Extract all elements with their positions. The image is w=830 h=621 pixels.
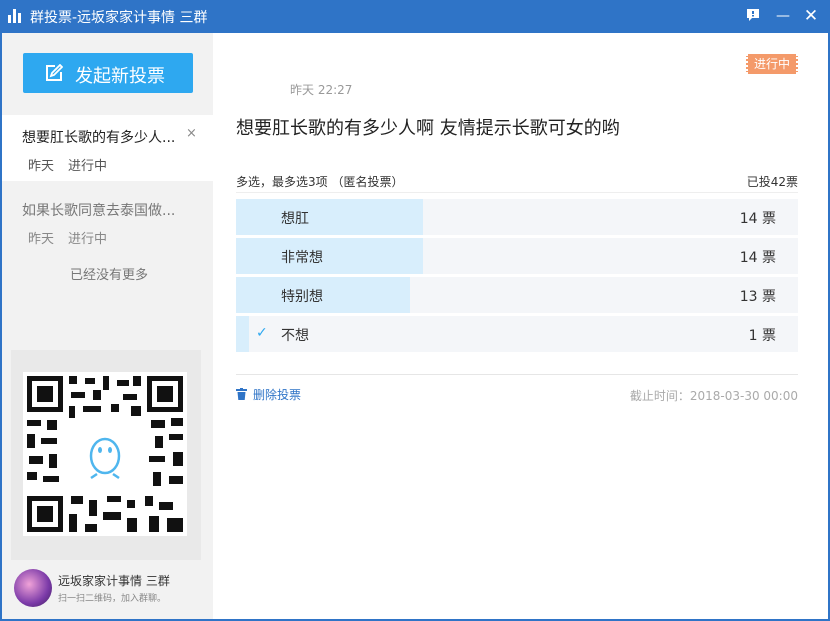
vote-option-count: 14 票	[739, 211, 776, 227]
vote-detail: 进行中 昨天 22:27 想要肛长歌的有多少人啊 友情提示长歌可女的哟 多选，最…	[213, 33, 828, 619]
avatar	[14, 569, 52, 607]
vote-option-label: 不想	[281, 328, 309, 344]
window-title: 群投票-远坂家家计事情 三群	[30, 10, 208, 26]
window-border	[0, 33, 2, 621]
vote-list-item-status: 进行中	[68, 159, 108, 174]
close-icon[interactable]: ×	[186, 126, 197, 141]
vote-option-bar	[236, 199, 424, 235]
vote-list-item-date: 昨天	[28, 232, 55, 247]
vote-list-item[interactable]: 如果长歌同意去泰国做... 昨天 进行中	[2, 188, 213, 254]
vote-option-bar	[236, 316, 250, 352]
vote-list-item-status: 进行中	[68, 232, 108, 247]
deadline: 截止时间：2018-03-30 00:00	[629, 389, 798, 403]
vote-time: 昨天 22:27	[290, 83, 353, 97]
vote-option-label: 特别想	[281, 289, 323, 305]
vote-type: 多选，最多选3项 （匿名投票）	[236, 175, 404, 189]
minimize-button[interactable]: —	[775, 8, 791, 24]
check-icon: ✓	[256, 325, 268, 341]
vote-option[interactable]: 想肛 14 票	[236, 199, 798, 235]
vote-option-count: 1 票	[748, 328, 776, 344]
vote-list-item-date: 昨天	[28, 159, 55, 174]
delete-vote-label: 删除投票	[253, 388, 302, 402]
group-name: 远坂家家计事情 三群	[58, 574, 170, 588]
vote-option-label: 想肛	[281, 211, 309, 227]
vote-option[interactable]: 特别想 13 票	[236, 277, 798, 313]
qr-code-image	[23, 372, 187, 536]
poll-app-icon	[8, 9, 24, 23]
vote-list-item-title: 想要肛长歌的有多少人...	[22, 130, 176, 146]
divider	[236, 374, 798, 375]
vote-option-count: 13 票	[739, 289, 776, 305]
new-vote-label: 发起新投票	[75, 66, 165, 87]
sidebar: 发起新投票 想要肛长歌的有多少人... × 昨天 进行中 如果长歌同意去泰国做.…	[2, 33, 213, 619]
edit-icon	[46, 64, 63, 81]
vote-list-item-title: 如果长歌同意去泰国做...	[22, 203, 176, 219]
status-badge: 进行中	[746, 54, 798, 74]
vote-option-label: 非常想	[281, 250, 323, 266]
feedback-icon[interactable]	[745, 8, 761, 24]
close-button[interactable]: ✕	[803, 8, 819, 25]
vote-question: 想要肛长歌的有多少人啊 友情提示长歌可女的哟	[236, 118, 620, 139]
vote-option-count: 14 票	[739, 250, 776, 266]
new-vote-button[interactable]: 发起新投票	[23, 53, 193, 93]
group-hint: 扫一扫二维码，加入群聊。	[58, 594, 167, 604]
divider	[236, 192, 798, 193]
trash-icon	[236, 388, 247, 400]
vote-option[interactable]: ✓ 不想 1 票	[236, 316, 798, 352]
delete-vote-link[interactable]: 删除投票	[236, 386, 301, 403]
vote-list-item[interactable]: 想要肛长歌的有多少人... × 昨天 进行中	[2, 115, 213, 181]
title-bar: 群投票-远坂家家计事情 三群 — ✕	[0, 0, 830, 33]
group-info: 远坂家家计事情 三群 扫一扫二维码，加入群聊。	[2, 563, 213, 619]
qr-code	[11, 350, 201, 560]
no-more-text: 已经没有更多	[70, 268, 149, 283]
vote-option-bar	[236, 238, 424, 274]
vote-total: 已投42票	[746, 175, 798, 189]
vote-option[interactable]: 非常想 14 票	[236, 238, 798, 274]
